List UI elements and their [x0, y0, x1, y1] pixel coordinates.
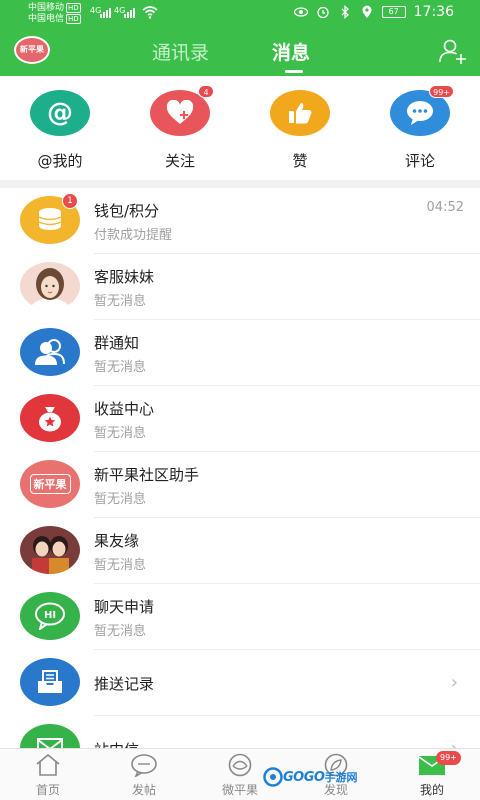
compass-icon: [228, 753, 252, 777]
carrier-2: 中国电信: [28, 14, 65, 24]
list-item-title: 收益中心: [94, 400, 155, 418]
list-item-time: 04:52: [426, 200, 464, 215]
quick-actions: @ @我的 4 关注 赞 99+ 评论: [0, 76, 480, 180]
clock: 17:36: [413, 4, 454, 20]
inbox-icon: [20, 658, 80, 706]
signal-2-icon: [124, 6, 135, 18]
heart-plus-icon: 4: [150, 85, 214, 136]
nav-mine[interactable]: 99+ 我的: [392, 751, 472, 798]
list-item-title: 果友缘: [94, 532, 140, 550]
tab-messages[interactable]: 消息: [272, 38, 310, 65]
couple-avatar-icon: [20, 526, 80, 574]
nav-label: 首页: [35, 783, 60, 797]
list-item-chat-request[interactable]: HI 聊天申请 暂无消息: [0, 584, 480, 650]
list-item-title: 新平果社区助手: [94, 466, 200, 484]
location-icon: [362, 5, 372, 18]
group-icon: [20, 328, 80, 376]
quick-label-like: 赞: [292, 152, 308, 170]
list-item-service[interactable]: 客服妹妹 暂无消息: [0, 254, 480, 320]
quick-at-me[interactable]: @ @我的: [20, 90, 100, 171]
wifi-icon: [142, 6, 158, 19]
list-item-title: 群通知: [94, 334, 140, 352]
watermark-text: GOGO: [283, 769, 325, 785]
nav-label: 发帖: [131, 783, 156, 797]
quick-follow[interactable]: 4 关注: [140, 85, 220, 171]
tab-contacts[interactable]: 通讯录: [152, 38, 209, 65]
app-logo[interactable]: 新平果: [14, 36, 50, 64]
list-item-subtitle: 暂无消息: [94, 624, 147, 639]
quick-like[interactable]: 赞: [260, 90, 340, 171]
watermark-icon: [263, 767, 283, 787]
section-divider: [0, 180, 480, 188]
signal-1-icon: [100, 6, 111, 18]
hi-text: HI: [44, 610, 56, 621]
quick-label-comment: 评论: [404, 152, 435, 170]
list-item-community-assistant[interactable]: 新平果 新平果社区助手 暂无消息: [0, 452, 480, 518]
watermark-logo: GOGO 手游网: [263, 765, 361, 789]
list-item-subtitle: 暂无消息: [94, 426, 147, 441]
list-item-title: 推送记录: [94, 675, 155, 693]
bluetooth-icon: [341, 5, 349, 19]
quick-label-follow: 关注: [164, 152, 195, 170]
mine-badge: 99+: [436, 751, 461, 765]
chevron-right-icon: ›: [450, 672, 458, 693]
list-item-subtitle: 暂无消息: [94, 558, 147, 573]
quick-comment[interactable]: 99+ 评论: [380, 85, 460, 171]
list-item-group-notice[interactable]: 群通知 暂无消息: [0, 320, 480, 386]
watermark-cn: 手游网: [324, 771, 358, 784]
eye-icon: [293, 7, 308, 17]
bottom-nav: 首页 发帖 微平果 发现 99+ 我的: [0, 748, 480, 800]
battery-indicator: 67: [381, 6, 406, 18]
money-bag-icon: [20, 394, 80, 442]
header: 新平果 通讯录 消息: [0, 28, 480, 76]
list-item-subtitle: 暂无消息: [94, 360, 147, 375]
follow-badge: 4: [198, 85, 214, 98]
brand-logo-icon: 新平果: [20, 460, 80, 508]
list-item-subtitle: 暂无消息: [94, 294, 147, 309]
status-right: 67 17:36: [293, 4, 454, 20]
list-item-title: 客服妹妹: [94, 268, 155, 286]
top-bar: 中国移动 HD 中国电信 HD 4G 4G 67 17:36 新平果 通讯录 消息: [0, 0, 480, 76]
status-bar: 中国移动 HD 中国电信 HD 4G 4G 67 17:36: [0, 0, 480, 26]
alarm-icon: [316, 6, 329, 19]
hi-bubble-icon: HI: [20, 592, 80, 640]
carrier-info: 中国移动 HD 中国电信 HD: [28, 3, 81, 25]
at-icon: @: [30, 90, 90, 136]
quick-label-at-me: @我的: [37, 152, 83, 170]
list-item-title: 聊天申请: [94, 598, 155, 616]
wallet-coins-icon: 1: [20, 193, 80, 244]
home-icon: [36, 753, 60, 776]
chat-bubble-icon: 99+: [390, 85, 454, 136]
message-list: 1 钱包/积分 付款成功提醒 04:52 客服妹妹 暂无消息 群通知 暂无消息 …: [0, 188, 480, 782]
list-item-subtitle: 付款成功提醒: [94, 228, 173, 243]
carrier-1: 中国移动: [28, 3, 65, 13]
hd-badge-2: HD: [66, 14, 81, 24]
brand-logo-text: 新平果: [29, 474, 71, 494]
nav-home[interactable]: 首页: [8, 753, 88, 798]
nav-label: 微平果: [221, 783, 258, 797]
active-tab-indicator: [285, 70, 303, 73]
nav-post[interactable]: 发帖: [104, 753, 184, 798]
list-item-push-records[interactable]: 推送记录 ›: [0, 650, 480, 716]
comment-badge: 99+: [429, 85, 454, 98]
add-friend-icon[interactable]: [438, 36, 468, 66]
list-item-title: 钱包/积分: [94, 202, 160, 220]
list-item-wallet[interactable]: 1 钱包/积分 付款成功提醒 04:52: [0, 188, 480, 254]
list-item-fruit-friends[interactable]: 果友缘 暂无消息: [0, 518, 480, 584]
girl-avatar-icon: [20, 262, 80, 310]
post-bubble-icon: [131, 754, 157, 777]
list-item-subtitle: 暂无消息: [94, 492, 147, 507]
wallet-badge: 1: [62, 193, 78, 209]
thumbs-up-icon: [270, 90, 330, 136]
hd-badge-1: HD: [66, 3, 81, 13]
list-item-earnings[interactable]: 收益中心 暂无消息: [0, 386, 480, 452]
nav-label: 我的: [419, 783, 444, 797]
